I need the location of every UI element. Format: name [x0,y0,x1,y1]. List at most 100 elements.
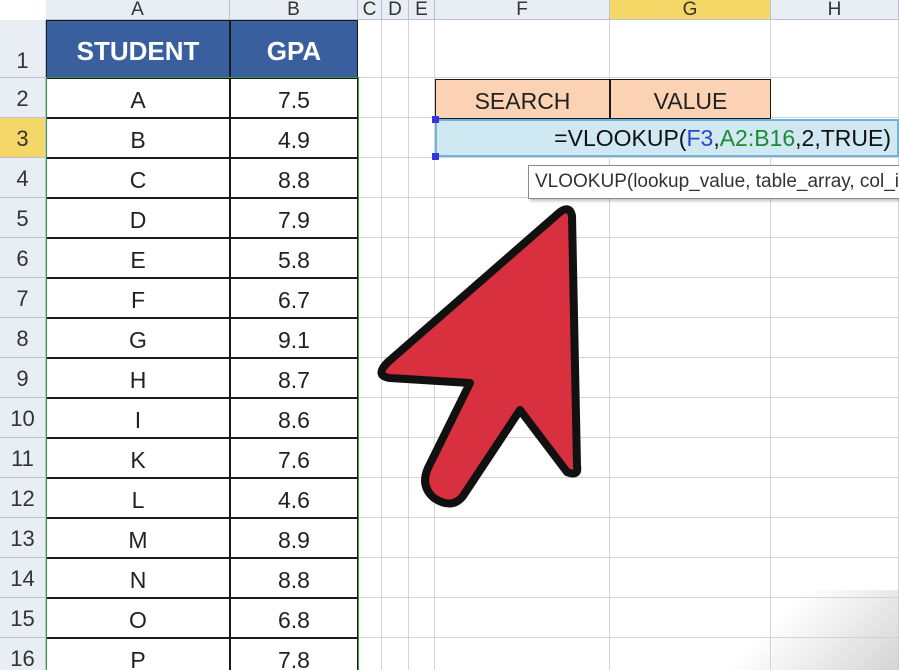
row-header-4[interactable]: 4 [0,158,46,198]
range-handle-bottom-left[interactable] [432,153,439,160]
empty-cell[interactable] [435,278,610,318]
row-header-16[interactable]: 16 [0,638,46,670]
gpa-cell[interactable]: 7.5 [230,78,358,118]
empty-cell[interactable] [610,478,771,518]
empty-cell[interactable] [409,398,435,438]
student-cell[interactable]: E [46,238,230,278]
row-header-9[interactable]: 9 [0,358,46,398]
search-header-cell[interactable]: SEARCH [435,79,610,119]
empty-cell[interactable] [382,158,409,198]
gpa-cell[interactable]: 7.9 [230,198,358,238]
empty-cell[interactable] [610,238,771,278]
empty-cell[interactable] [435,478,610,518]
column-header-h[interactable]: H [771,0,899,20]
empty-cell[interactable] [610,438,771,478]
empty-cell[interactable] [409,318,435,358]
empty-cell[interactable] [382,278,409,318]
empty-cell[interactable] [382,518,409,558]
empty-cell[interactable] [409,238,435,278]
row-header-8[interactable]: 8 [0,318,46,358]
empty-cell[interactable] [358,318,382,358]
empty-cell[interactable] [409,638,435,670]
gpa-cell[interactable]: 5.8 [230,238,358,278]
empty-cell[interactable] [771,78,899,118]
empty-cell[interactable] [435,598,610,638]
empty-cell[interactable] [771,478,899,518]
student-cell[interactable]: F [46,278,230,318]
empty-cell[interactable] [610,558,771,598]
empty-cell[interactable] [771,558,899,598]
empty-cell[interactable] [771,398,899,438]
column-header-d[interactable]: D [382,0,409,20]
empty-cell[interactable] [409,20,435,78]
row-header-6[interactable]: 6 [0,238,46,278]
column-header-c[interactable]: C [358,0,382,20]
row-header-12[interactable]: 12 [0,478,46,518]
empty-cell[interactable] [358,438,382,478]
empty-cell[interactable] [409,158,435,198]
gpa-cell[interactable]: 4.6 [230,478,358,518]
empty-cell[interactable] [358,638,382,670]
empty-cell[interactable] [409,358,435,398]
empty-cell[interactable] [382,118,409,158]
empty-cell[interactable] [409,598,435,638]
student-cell[interactable]: C [46,158,230,198]
empty-cell[interactable] [409,118,435,158]
empty-cell[interactable] [771,598,899,638]
empty-cell[interactable] [382,478,409,518]
empty-cell[interactable] [610,198,771,238]
empty-cell[interactable] [382,598,409,638]
empty-cell[interactable] [409,438,435,478]
empty-cell[interactable] [435,518,610,558]
student-cell[interactable]: B [46,118,230,158]
value-header-cell[interactable]: VALUE [610,79,771,119]
student-cell[interactable]: P [46,638,230,670]
gpa-cell[interactable]: 8.8 [230,558,358,598]
empty-cell[interactable] [435,238,610,278]
empty-cell[interactable] [610,598,771,638]
empty-cell[interactable] [771,198,899,238]
column-header-e[interactable]: E [409,0,435,20]
empty-cell[interactable] [358,118,382,158]
empty-cell[interactable] [435,638,610,670]
empty-cell[interactable] [358,558,382,598]
empty-cell[interactable] [610,20,771,78]
row-header-2[interactable]: 2 [0,78,46,118]
gpa-cell[interactable]: 8.7 [230,358,358,398]
empty-cell[interactable] [610,518,771,558]
gpa-cell[interactable]: 6.8 [230,598,358,638]
empty-cell[interactable] [435,558,610,598]
formula-edit-cell[interactable]: =VLOOKUP(F3, A2:B16,2,TRUE) [435,119,899,157]
empty-cell[interactable] [435,398,610,438]
row-header-14[interactable]: 14 [0,558,46,598]
empty-cell[interactable] [409,518,435,558]
empty-cell[interactable] [358,358,382,398]
row-header-1[interactable]: 1 [0,20,46,78]
empty-cell[interactable] [409,478,435,518]
empty-cell[interactable] [382,198,409,238]
student-cell[interactable]: N [46,558,230,598]
student-cell[interactable]: K [46,438,230,478]
empty-cell[interactable] [409,198,435,238]
student-cell[interactable]: I [46,398,230,438]
student-cell[interactable]: G [46,318,230,358]
gpa-cell[interactable]: 7.6 [230,438,358,478]
student-cell[interactable]: A [46,78,230,118]
empty-cell[interactable] [358,78,382,118]
empty-cell[interactable] [382,638,409,670]
gpa-cell[interactable]: 7.8 [230,638,358,670]
empty-cell[interactable] [771,318,899,358]
row-header-11[interactable]: 11 [0,438,46,478]
empty-cell[interactable] [771,358,899,398]
empty-cell[interactable] [382,78,409,118]
row-header-7[interactable]: 7 [0,278,46,318]
empty-cell[interactable] [435,318,610,358]
empty-cell[interactable] [771,238,899,278]
empty-cell[interactable] [435,20,610,78]
empty-cell[interactable] [382,438,409,478]
empty-cell[interactable] [409,78,435,118]
empty-cell[interactable] [358,198,382,238]
empty-cell[interactable] [382,20,409,78]
row-header-15[interactable]: 15 [0,598,46,638]
empty-cell[interactable] [435,358,610,398]
